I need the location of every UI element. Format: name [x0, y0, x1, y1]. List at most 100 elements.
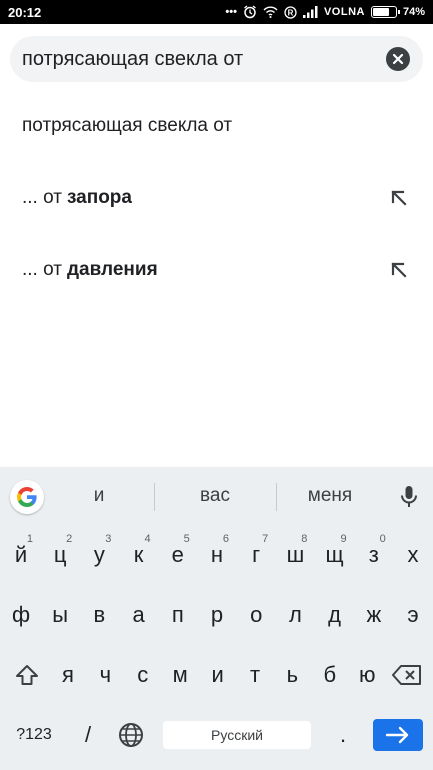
- key-label: о: [250, 602, 263, 627]
- key-label: з: [368, 542, 379, 567]
- battery-fill: [372, 8, 389, 16]
- letter-key[interactable]: н6: [198, 529, 236, 581]
- notification-dots: •••: [225, 6, 237, 18]
- letter-key[interactable]: я: [49, 649, 87, 701]
- battery-icon: [370, 6, 400, 18]
- voice-input-button[interactable]: [396, 483, 422, 511]
- keyboard: и вас меня й1ц2у3к4е5н6г7ш8щ9з0х фывапро…: [0, 467, 433, 770]
- search-input[interactable]: [22, 39, 372, 79]
- status-bar: 20:12 ••• R VOLNA 74%: [0, 0, 433, 24]
- globe-icon: [119, 723, 143, 747]
- key-hint: 8: [301, 533, 308, 545]
- key-label: и: [211, 662, 224, 687]
- letter-key[interactable]: ю: [348, 649, 386, 701]
- letter-key[interactable]: ы: [41, 589, 79, 641]
- fill-query-button[interactable]: [387, 258, 411, 282]
- letter-key[interactable]: з0: [355, 529, 393, 581]
- word-suggestion[interactable]: и: [54, 485, 144, 507]
- letter-key[interactable]: и: [199, 649, 237, 701]
- letter-key[interactable]: ч: [86, 649, 124, 701]
- letter-key[interactable]: х: [394, 529, 432, 581]
- key-label: к: [133, 542, 144, 567]
- suggestion-text: потрясающая свекла от: [22, 115, 233, 136]
- key-label: н: [210, 542, 224, 567]
- key-hint: 2: [66, 533, 73, 545]
- clear-button[interactable]: [386, 47, 410, 71]
- key-hint: 9: [340, 533, 347, 545]
- letter-key[interactable]: е5: [159, 529, 197, 581]
- letter-key[interactable]: г7: [237, 529, 275, 581]
- letter-key[interactable]: у3: [80, 529, 118, 581]
- letter-key[interactable]: й1: [2, 529, 40, 581]
- letter-key[interactable]: э: [394, 589, 432, 641]
- key-label: у: [93, 542, 105, 567]
- microphone-icon: [401, 486, 417, 507]
- shift-icon: [16, 665, 38, 685]
- suggestion-completion: давления: [66, 259, 158, 280]
- key-label: ь: [286, 662, 299, 687]
- key-label: с: [137, 662, 149, 687]
- key-label: й: [14, 542, 28, 567]
- alarm-icon: [243, 5, 257, 19]
- letter-key[interactable]: ш8: [276, 529, 314, 581]
- key-label: е: [171, 542, 184, 567]
- key-label: в: [93, 602, 106, 627]
- key-label: ч: [99, 662, 112, 687]
- period-key[interactable]: .: [325, 709, 361, 761]
- enter-key[interactable]: [373, 719, 423, 751]
- key-label: д: [328, 602, 342, 627]
- letter-key[interactable]: ф: [2, 589, 40, 641]
- suggestion-item[interactable]: ... от запора: [0, 170, 433, 226]
- key-label: р: [210, 602, 224, 627]
- key-label: т: [249, 662, 261, 687]
- suggestion-item[interactable]: потрясающая свекла от: [0, 98, 433, 154]
- letter-key[interactable]: м: [161, 649, 199, 701]
- slash-key[interactable]: /: [70, 709, 106, 761]
- letter-key[interactable]: б: [311, 649, 349, 701]
- letter-key[interactable]: ц2: [41, 529, 79, 581]
- divider: [276, 483, 277, 511]
- arrow-up-left-icon: [391, 262, 407, 278]
- letter-key[interactable]: ж: [355, 589, 393, 641]
- symbols-key[interactable]: ?123: [6, 709, 62, 761]
- shift-key[interactable]: [4, 649, 50, 701]
- letter-key[interactable]: р: [198, 589, 236, 641]
- key-label: п: [171, 602, 184, 627]
- suggestion-completion: запора: [66, 187, 132, 208]
- suggestion-item[interactable]: ... от давления: [0, 242, 433, 298]
- letter-key[interactable]: в: [80, 589, 118, 641]
- key-label: ф: [11, 602, 31, 627]
- letter-key[interactable]: а: [120, 589, 158, 641]
- key-label: щ: [325, 542, 344, 567]
- carrier-name: VOLNA: [323, 6, 365, 18]
- letter-key[interactable]: т: [236, 649, 274, 701]
- letter-key[interactable]: д: [316, 589, 354, 641]
- battery-percent: 74%: [402, 6, 425, 18]
- suggestion-prefix: ... от: [22, 187, 62, 208]
- word-suggestion[interactable]: вас: [170, 485, 260, 507]
- language-key[interactable]: [110, 709, 152, 761]
- backspace-icon: [392, 665, 421, 685]
- letter-key[interactable]: с: [124, 649, 162, 701]
- letter-key[interactable]: о: [237, 589, 275, 641]
- letter-key[interactable]: щ9: [316, 529, 354, 581]
- suggestion-strip: и вас меня: [0, 467, 433, 527]
- fill-query-button[interactable]: [387, 186, 411, 210]
- key-hint: 3: [105, 533, 112, 545]
- letter-key[interactable]: л: [276, 589, 314, 641]
- letter-key[interactable]: п: [159, 589, 197, 641]
- letter-key[interactable]: к4: [120, 529, 158, 581]
- key-hint: 4: [144, 533, 151, 545]
- google-logo-button[interactable]: [10, 480, 44, 514]
- key-hint: 5: [183, 533, 190, 545]
- word-suggestion[interactable]: меня: [285, 485, 375, 507]
- suggestion-prefix: ... от: [22, 259, 62, 280]
- letter-key[interactable]: ь: [273, 649, 311, 701]
- key-label: а: [132, 602, 145, 627]
- status-time: 20:12: [8, 4, 42, 20]
- search-bar[interactable]: [10, 36, 423, 82]
- signal-icon: [302, 6, 318, 18]
- backspace-key[interactable]: [385, 649, 429, 701]
- space-key[interactable]: Русский: [163, 721, 311, 749]
- key-label: б: [323, 662, 337, 687]
